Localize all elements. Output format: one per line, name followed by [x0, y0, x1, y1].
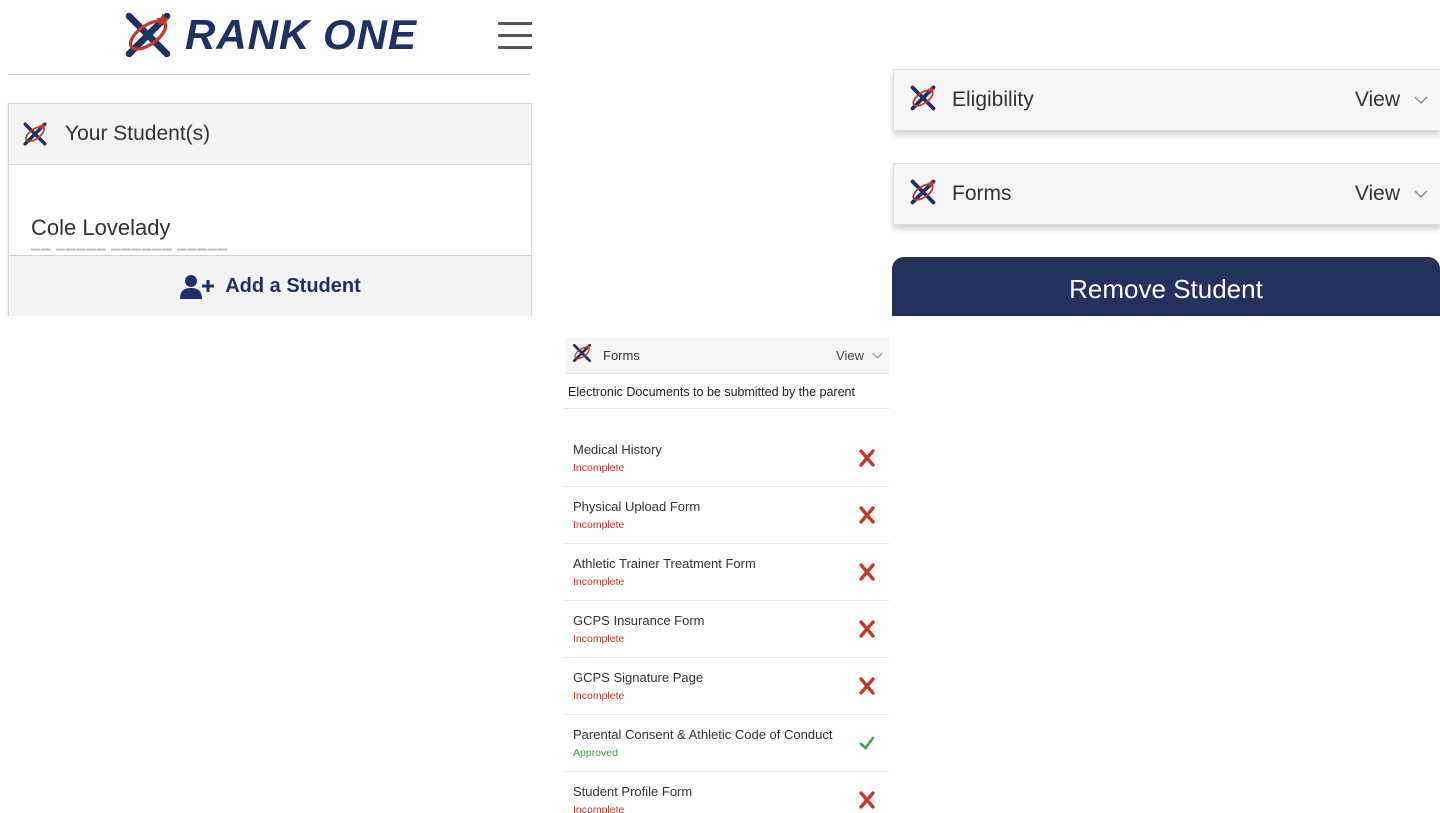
forms-header[interactable]: Forms View [565, 338, 889, 374]
rank-one-logo-icon [908, 83, 938, 113]
form-status: Approved [573, 747, 618, 759]
add-student-button[interactable]: Add a Student [9, 255, 531, 316]
forms-expanded-screen: Forms View Electronic Documents to be su… [565, 338, 889, 813]
forms-view-toggle[interactable]: View [1355, 182, 1428, 206]
list-item[interactable]: Medical History Incomplete [565, 430, 889, 487]
top-bar: RANK ONE [8, 0, 532, 75]
form-name: Medical History [573, 442, 662, 457]
rank-one-logo-icon [908, 177, 938, 207]
x-mark-icon [857, 619, 877, 639]
list-item[interactable]: Student Profile Form Incomplete [565, 772, 889, 813]
x-mark-icon [857, 505, 877, 525]
forms-subtitle: Electronic Documents to be submitted by … [568, 385, 855, 399]
student-detail-screen: Eligibility View Forms View Remove Stude… [890, 60, 1440, 316]
chevron-down-icon [872, 352, 883, 359]
brand-name: RANK ONE [185, 11, 418, 58]
add-user-icon [180, 274, 215, 299]
rank-one-logo-icon [21, 120, 49, 148]
forms-header-view-toggle[interactable]: View [836, 348, 883, 363]
students-title: Your Student(s) [65, 122, 211, 145]
x-mark-icon [857, 562, 877, 582]
form-status: Incomplete [573, 462, 625, 474]
eligibility-accordion[interactable]: Eligibility View [893, 69, 1440, 131]
your-students-card: Your Student(s) Cole Lovelady ▔▔ ▔▔▔▔▔ ▔… [8, 103, 532, 316]
divider [565, 408, 889, 409]
students-screen: RANK ONE Your Student(s) Cole Lovelady ▔… [0, 0, 532, 316]
list-item[interactable]: GCPS Insurance Form Incomplete [565, 601, 889, 658]
rank-one-logo-icon [571, 342, 593, 364]
form-name: Physical Upload Form [573, 499, 701, 514]
form-name: Athletic Trainer Treatment Form [573, 556, 756, 571]
form-status: Incomplete [573, 690, 625, 702]
x-mark-icon [857, 676, 877, 696]
form-name: Student Profile Form [573, 784, 693, 799]
eligibility-view-label: View [1354, 88, 1400, 111]
forms-title: Forms [952, 182, 1012, 205]
form-status: Incomplete [573, 633, 625, 645]
hamburger-menu-icon[interactable] [498, 22, 532, 52]
remove-student-button[interactable]: Remove Student [892, 257, 1440, 316]
chevron-down-icon [1414, 190, 1428, 198]
form-name: GCPS Signature Page [573, 670, 704, 685]
forms-header-title: Forms [603, 348, 640, 363]
form-status: Incomplete [573, 804, 625, 813]
brand-logo[interactable]: RANK ONE [121, 8, 417, 62]
list-item[interactable]: Physical Upload Form Incomplete [565, 487, 889, 544]
x-mark-icon [857, 448, 877, 468]
eligibility-title: Eligibility [952, 88, 1034, 111]
form-name: Parental Consent & Athletic Code of Cond… [573, 727, 833, 742]
form-status: Incomplete [573, 576, 625, 588]
forms-accordion[interactable]: Forms View [893, 163, 1440, 225]
students-header[interactable]: Your Student(s) [9, 104, 531, 165]
check-mark-icon [857, 733, 877, 753]
list-item[interactable]: Athletic Trainer Treatment Form Incomple… [565, 544, 889, 601]
form-name: GCPS Insurance Form [573, 613, 705, 628]
chevron-down-icon [1414, 96, 1428, 104]
forms-list: Medical History Incomplete Physical Uplo… [565, 430, 889, 813]
forms-view-label: View [1354, 182, 1400, 205]
forms-header-view-label: View [836, 348, 864, 363]
form-status: Incomplete [573, 519, 625, 531]
list-item[interactable]: GCPS Signature Page Incomplete [565, 658, 889, 715]
list-item[interactable]: Parental Consent & Athletic Code of Cond… [565, 715, 889, 772]
x-mark-icon [857, 790, 877, 810]
student-name[interactable]: Cole Lovelady [31, 215, 170, 241]
rank-one-logo-icon [121, 8, 175, 62]
add-student-label: Add a Student [225, 275, 361, 297]
eligibility-view-toggle[interactable]: View [1355, 88, 1428, 112]
